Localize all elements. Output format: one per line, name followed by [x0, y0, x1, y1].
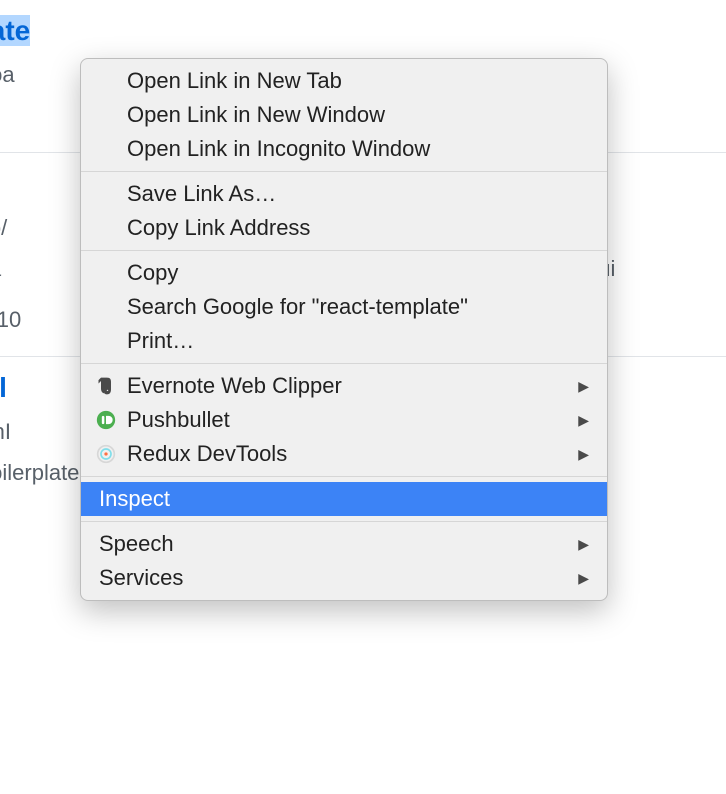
menu-label: Open Link in New Tab: [127, 66, 342, 96]
menu-open-new-window[interactable]: Open Link in New Window: [81, 98, 607, 132]
submenu-arrow-icon: ▶: [578, 529, 589, 559]
menu-open-new-tab[interactable]: Open Link in New Tab: [81, 64, 607, 98]
menu-label: Services: [99, 563, 183, 593]
menu-label: Print…: [127, 326, 194, 356]
menu-label: Speech: [99, 529, 174, 559]
menu-evernote[interactable]: Evernote Web Clipper ▶: [81, 369, 607, 403]
fork-count-2: 1,310: [0, 307, 21, 332]
menu-pushbullet[interactable]: Pushbullet ▶: [81, 403, 607, 437]
menu-label: Search Google for "react-template": [127, 292, 468, 322]
menu-separator: [81, 521, 607, 522]
repo-title: mplate: [0, 10, 726, 52]
repo-link-3[interactable]: ilerpl: [0, 372, 7, 403]
desc-left: a data: [0, 256, 1, 281]
menu-services[interactable]: Services ▶: [81, 561, 607, 595]
evernote-icon: [95, 375, 117, 397]
menu-search-google[interactable]: Search Google for "react-template": [81, 290, 607, 324]
menu-copy[interactable]: Copy: [81, 256, 607, 290]
menu-label: Copy Link Address: [127, 213, 310, 243]
menu-label: Copy: [127, 258, 178, 288]
submenu-arrow-icon: ▶: [578, 563, 589, 593]
menu-inspect[interactable]: Inspect: [81, 482, 607, 516]
menu-separator: [81, 363, 607, 364]
menu-redux-devtools[interactable]: Redux DevTools ▶: [81, 437, 607, 471]
submenu-arrow-icon: ▶: [578, 405, 589, 435]
menu-open-incognito[interactable]: Open Link in Incognito Window: [81, 132, 607, 166]
redux-icon: [95, 443, 117, 465]
menu-separator: [81, 250, 607, 251]
menu-separator: [81, 476, 607, 477]
pushbullet-icon: [95, 409, 117, 431]
menu-label: Open Link in Incognito Window: [127, 134, 430, 164]
fork-stat-2: 1,310: [0, 303, 21, 338]
submenu-arrow-icon: ▶: [578, 371, 589, 401]
repo-link-1[interactable]: mplate: [0, 15, 30, 46]
context-menu: Open Link in New Tab Open Link in New Wi…: [80, 58, 608, 601]
menu-save-link-as[interactable]: Save Link As…: [81, 177, 607, 211]
menu-separator: [81, 171, 607, 172]
menu-label: Save Link As…: [127, 179, 276, 209]
menu-label: Open Link in New Window: [127, 100, 385, 130]
submenu-arrow-icon: ▶: [578, 439, 589, 469]
menu-speech[interactable]: Speech ▶: [81, 527, 607, 561]
menu-label: Pushbullet: [127, 405, 230, 435]
menu-print[interactable]: Print…: [81, 324, 607, 358]
menu-label: Evernote Web Clipper: [127, 371, 342, 401]
menu-label: Redux DevTools: [127, 439, 287, 469]
menu-label: Inspect: [99, 484, 170, 514]
menu-copy-link-address[interactable]: Copy Link Address: [81, 211, 607, 245]
